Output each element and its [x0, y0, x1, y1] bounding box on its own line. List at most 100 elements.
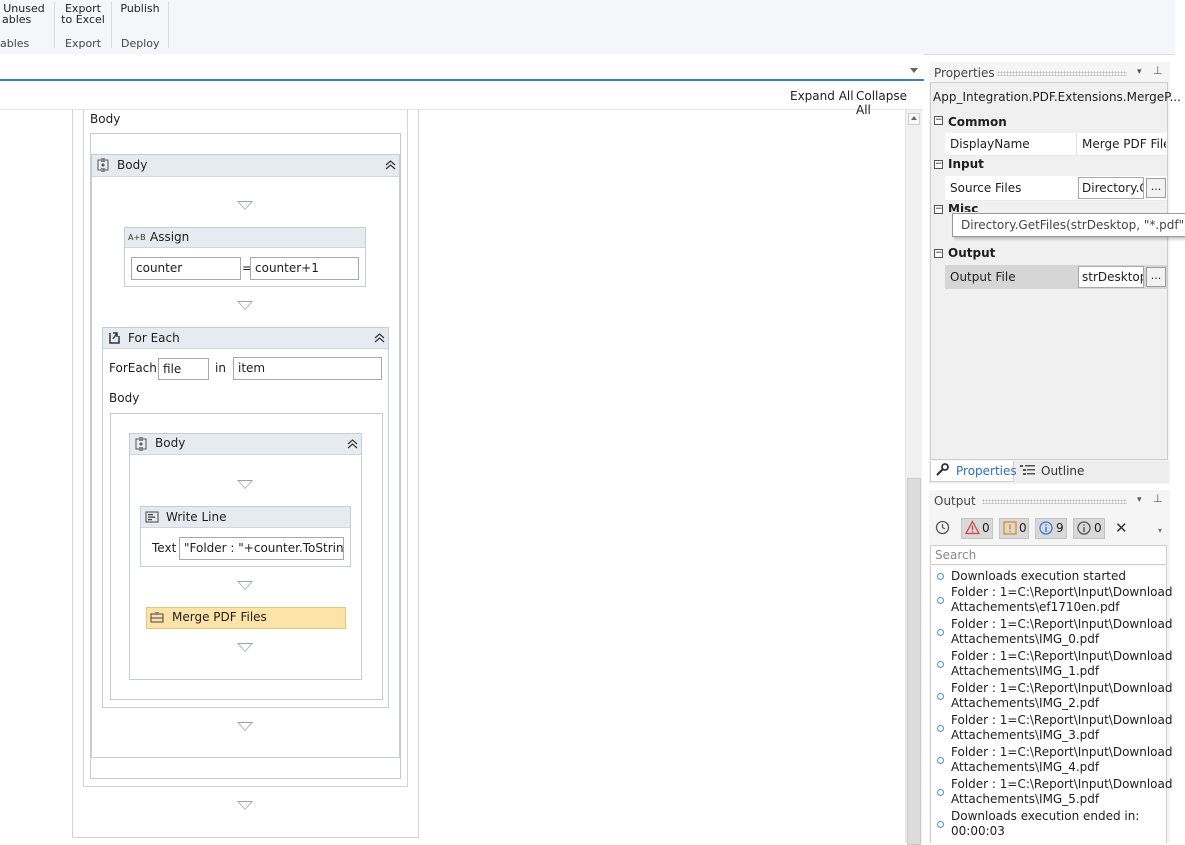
info-filter-button[interactable]: 9	[1035, 518, 1067, 539]
info-dot-icon	[937, 661, 944, 668]
output-log-text: Folder : 1=C:\Report\Input\Download	[951, 745, 1173, 759]
info-dot-icon	[937, 629, 944, 636]
drop-target-icon[interactable]	[237, 643, 253, 652]
assign-activity[interactable]: A+B Assign counter = counter+1	[124, 227, 366, 287]
unused-label-line2: ables	[2, 13, 32, 26]
errors-filter-button[interactable]: 0	[961, 518, 993, 539]
document-tab-strip	[0, 54, 924, 81]
warnings-filter-button[interactable]: 0	[999, 518, 1029, 539]
output-search-input[interactable]: Search	[930, 545, 1167, 565]
tab-properties[interactable]: Properties	[930, 461, 1017, 482]
merge-pdf-activity[interactable]: Merge PDF Files	[146, 607, 346, 629]
toolbar-overflow-icon[interactable]: ▾	[1158, 526, 1162, 535]
pin-icon[interactable]: ⊥	[1153, 492, 1163, 505]
remove-unused-variables-button[interactable]: Unused ables	[2, 3, 46, 25]
errors-count: 0	[982, 521, 990, 535]
drop-target-icon[interactable]	[237, 301, 253, 310]
collapse-common-icon[interactable]: −	[934, 116, 943, 125]
scroll-up-icon[interactable]	[908, 113, 920, 125]
output-log-text: Attachements\IMG_3.pdf	[951, 728, 1100, 742]
property-row-displayname[interactable]: DisplayName Merge PDF Files	[945, 133, 1167, 156]
merge-pdf-title: Merge PDF Files	[172, 610, 267, 624]
assign-icon: A+B	[128, 233, 146, 242]
output-log-text: Attachements\IMG_2.pdf	[951, 696, 1100, 710]
info-dot-icon	[937, 821, 944, 828]
trace-filter-button[interactable]: 0	[1073, 518, 1105, 539]
trace-icon	[1077, 521, 1091, 541]
tab-dropdown-icon[interactable]	[910, 68, 918, 73]
output-log-list: Downloads execution started Folder : 1=C:…	[930, 566, 1173, 843]
collapse-output-icon[interactable]: −	[934, 249, 943, 258]
collapse-chevron-icon[interactable]	[373, 333, 385, 345]
drop-target-icon[interactable]	[237, 581, 253, 590]
info-dot-icon	[937, 725, 944, 732]
source-files-label: Source Files	[950, 181, 1022, 195]
foreach-body-label: Body	[109, 391, 140, 405]
collapse-chevron-icon[interactable]	[346, 439, 358, 451]
collapse-chevron-icon[interactable]	[384, 160, 396, 172]
panel-grip[interactable]	[997, 71, 1127, 76]
pin-icon[interactable]: ⊥	[1153, 64, 1163, 77]
panel-menu-icon[interactable]: ▾	[1137, 67, 1142, 77]
drop-target-icon[interactable]	[237, 480, 253, 489]
publish-button[interactable]: Publish	[117, 3, 163, 14]
export-label-line2: to Excel	[61, 13, 105, 26]
info-dot-icon	[937, 693, 944, 700]
output-log-text: Attachements\IMG_1.pdf	[951, 664, 1100, 678]
clock-icon[interactable]	[935, 520, 950, 538]
ribbon-divider	[54, 2, 55, 48]
foreach-label: ForEach	[109, 361, 157, 375]
warning-icon	[1003, 521, 1017, 541]
output-log-text: 00:00:03	[951, 824, 1005, 838]
export-group-label: Export	[65, 37, 102, 50]
info-icon	[1039, 521, 1053, 541]
writeline-activity[interactable]: Write Line Text "Folder : "+counter.ToSt…	[140, 506, 351, 567]
info-dot-icon	[937, 597, 944, 604]
assign-value-field[interactable]: counter+1	[250, 257, 359, 280]
tab-properties-label: Properties	[956, 464, 1017, 478]
sequence-icon	[134, 437, 148, 454]
scrollbar-thumb[interactable]	[907, 478, 921, 845]
merge-pdf-icon	[150, 611, 164, 628]
panel-grip[interactable]	[982, 499, 1127, 504]
export-to-excel-button[interactable]: Export to Excel	[60, 3, 106, 25]
drop-target-icon[interactable]	[237, 801, 253, 810]
wrench-icon	[935, 463, 949, 480]
ribbon: Unused ables ables Export to Excel Expor…	[0, 0, 1175, 55]
writeline-text-field[interactable]: "Folder : "+counter.ToString+	[179, 537, 344, 560]
assign-to-field[interactable]: counter	[131, 257, 241, 280]
info-dot-icon	[937, 757, 944, 764]
drop-target-icon[interactable]	[237, 722, 253, 731]
property-row-output-file[interactable]: Output File strDesktop ...	[945, 265, 1167, 289]
output-log-text: Attachements\IMG_5.pdf	[951, 792, 1100, 806]
source-files-tooltip: Directory.GetFiles(strDesktop, "*.pdf")	[952, 213, 1185, 237]
source-files-value[interactable]: Directory.GetFiles	[1078, 177, 1144, 199]
inner-body-title: Body	[155, 436, 186, 450]
category-output: Output	[948, 246, 996, 260]
info-dot-icon	[937, 789, 944, 796]
output-file-value[interactable]: strDesktop	[1078, 266, 1144, 288]
panel-menu-icon[interactable]: ▾	[1137, 495, 1142, 505]
property-row-source-files[interactable]: Source Files Directory.GetFiles ...	[945, 176, 1167, 201]
foreach-header: For Each	[103, 328, 388, 349]
output-log-text: Downloads execution started	[951, 569, 1126, 583]
error-triangle-icon	[964, 520, 981, 541]
properties-panel: Properties ▾ ⊥ App_Integration.PDF.Exten…	[929, 62, 1181, 484]
displayname-value[interactable]: Merge PDF Files	[1082, 137, 1166, 151]
writeline-header: Write Line	[141, 507, 350, 528]
foreach-variable-field[interactable]: file	[158, 358, 209, 380]
output-log-text: Folder : 1=C:\Report\Input\Download	[951, 713, 1173, 727]
trace-count: 0	[1094, 521, 1102, 535]
expand-all-link[interactable]: Expand All	[790, 89, 854, 103]
property-object-name: App_Integration.PDF.Extensions.MergeP...	[933, 90, 1181, 104]
foreach-values-field[interactable]: item	[233, 357, 382, 380]
collapse-misc-icon[interactable]: −	[934, 205, 943, 214]
tab-outline[interactable]: Outline	[1041, 464, 1084, 478]
clear-output-icon[interactable]: ✕	[1115, 519, 1128, 537]
ribbon-divider	[168, 2, 169, 48]
drop-target-icon[interactable]	[237, 201, 253, 210]
assign-header: A+B Assign	[125, 228, 365, 248]
output-file-browse-button[interactable]: ...	[1146, 267, 1166, 287]
source-files-browse-button[interactable]: ...	[1146, 178, 1166, 198]
collapse-input-icon[interactable]: −	[934, 160, 943, 169]
